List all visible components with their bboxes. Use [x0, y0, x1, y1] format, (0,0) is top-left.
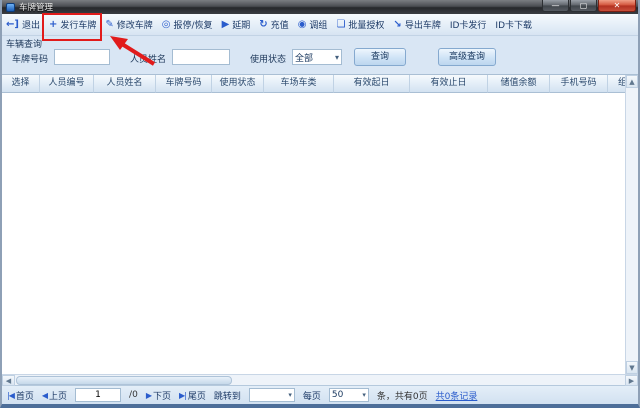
toolbar-modify-plate[interactable]: ✎ 修改车牌	[105, 18, 152, 31]
query-button[interactable]: 查询	[354, 48, 406, 66]
chevron-down-icon: ▾	[288, 391, 292, 399]
last-page-button[interactable]: ▶| 尾页	[179, 389, 206, 402]
toolbar-id-card-issue[interactable]: ID卡发行	[450, 18, 487, 31]
plate-number-input[interactable]	[54, 49, 110, 65]
toolbar-issue-plate[interactable]: + 发行车牌	[49, 18, 96, 31]
column-header-lot-vehicle-class[interactable]: 车场车类	[264, 75, 334, 93]
person-name-input[interactable]	[172, 49, 230, 65]
usage-status-value: 全部	[295, 51, 313, 64]
horizontal-scrollbar[interactable]: ◀ ▶	[2, 374, 638, 385]
advanced-query-button[interactable]: 高级查询	[438, 48, 496, 66]
edit-icon: ✎	[105, 20, 113, 30]
toolbar-adjust-group[interactable]: ◉ 调组	[298, 18, 328, 31]
next-page-icon: ▶	[146, 391, 151, 400]
plus-icon: +	[49, 20, 57, 30]
prev-page-button[interactable]: ◀ 上页	[42, 389, 67, 402]
vertical-scrollbar[interactable]: ▲ ▼	[625, 75, 638, 374]
pagination-bar: |◀ 首页 ◀ 上页 /0 ▶ 下页 ▶| 尾页 跳转到 ▾ 每页 50 ▾ 条…	[2, 385, 638, 404]
query-group-label: 车辆查询	[6, 37, 42, 50]
total-records-link[interactable]: 共0条记录	[436, 389, 478, 402]
table-header-row: 选择 人员编号 人员姓名 车牌号码 使用状态 车场车类 有效起日 有效止日 储值…	[2, 75, 638, 93]
column-header-mobile-number[interactable]: 手机号码	[550, 75, 608, 93]
first-page-icon: |◀	[7, 391, 14, 400]
table-body	[2, 93, 625, 374]
toolbar-extend[interactable]: ▶ 延期	[222, 18, 251, 31]
column-header-usage-status[interactable]: 使用状态	[212, 75, 264, 93]
suspend-icon: ◎	[162, 20, 171, 30]
recharge-icon: ↻	[259, 20, 267, 30]
page-total-label: /0	[129, 390, 138, 400]
scroll-right-icon[interactable]: ▶	[625, 375, 638, 386]
toolbar-suspend-restore[interactable]: ◎ 报停/恢复	[162, 18, 213, 31]
scroll-left-icon[interactable]: ◀	[2, 375, 15, 386]
exit-icon: ←]	[6, 20, 19, 30]
toolbar-recharge[interactable]: ↻ 充值	[259, 18, 288, 31]
window-controls: — ▢ ✕	[541, 0, 636, 12]
page-number-input[interactable]	[75, 388, 121, 402]
per-page-label: 每页	[303, 389, 321, 402]
extend-icon: ▶	[222, 20, 230, 30]
chevron-down-icon: ▾	[362, 391, 366, 399]
column-header-stored-balance[interactable]: 储值余额	[488, 75, 550, 93]
per-page-dropdown[interactable]: 50 ▾	[329, 388, 369, 402]
export-icon: ↘	[393, 20, 401, 30]
scroll-up-icon[interactable]: ▲	[626, 75, 638, 88]
per-page-value: 50	[332, 390, 343, 400]
next-page-button[interactable]: ▶ 下页	[146, 389, 171, 402]
toolbar-export-plates[interactable]: ↘ 导出车牌	[393, 18, 440, 31]
column-header-valid-from[interactable]: 有效起日	[334, 75, 410, 93]
window-title: 车牌管理	[19, 1, 53, 13]
toolbar-batch-authorize[interactable]: ❏ 批量授权	[336, 18, 384, 31]
toolbar-exit[interactable]: ←] 退出	[6, 18, 40, 31]
scroll-down-icon[interactable]: ▼	[626, 361, 638, 374]
prev-page-icon: ◀	[42, 391, 47, 400]
person-name-label: 人员姓名	[130, 52, 166, 65]
plate-management-window: 车牌管理 — ▢ ✕ ←] 退出 + 发行车牌 ✎ 修改车牌 ◎ 报停/恢复 ▶…	[0, 0, 640, 408]
results-table: 选择 人员编号 人员姓名 车牌号码 使用状态 车场车类 有效起日 有效止日 储值…	[2, 74, 638, 374]
total-pages-label: 条，共有0页	[377, 389, 428, 402]
usage-status-dropdown[interactable]: 全部 ▾	[292, 49, 342, 65]
column-header-person-id[interactable]: 人员编号	[40, 75, 94, 93]
toolbar-id-card-download[interactable]: ID卡下载	[495, 18, 532, 31]
column-header-person-name[interactable]: 人员姓名	[94, 75, 156, 93]
app-icon	[6, 3, 15, 12]
minimize-button[interactable]: —	[542, 0, 569, 12]
column-header-valid-to[interactable]: 有效止日	[410, 75, 488, 93]
horizontal-scrollbar-thumb[interactable]	[16, 376, 232, 385]
jump-to-dropdown[interactable]: ▾	[249, 388, 295, 402]
usage-status-label: 使用状态	[250, 52, 286, 65]
first-page-button[interactable]: |◀ 首页	[7, 389, 34, 402]
maximize-button[interactable]: ▢	[570, 0, 597, 12]
vehicle-query-section: 车辆查询 车牌号码 人员姓名 使用状态 全部 ▾ 查询 高级查询	[2, 36, 638, 74]
group-icon: ◉	[298, 20, 307, 30]
plate-number-label: 车牌号码	[12, 52, 48, 65]
toolbar: ←] 退出 + 发行车牌 ✎ 修改车牌 ◎ 报停/恢复 ▶ 延期 ↻ 充值 ◉ …	[2, 14, 638, 36]
document-icon: ❏	[336, 20, 345, 30]
close-button[interactable]: ✕	[598, 0, 636, 12]
jump-to-label: 跳转到	[214, 389, 241, 402]
column-header-select[interactable]: 选择	[2, 75, 40, 93]
column-header-plate-number[interactable]: 车牌号码	[156, 75, 212, 93]
title-bar: 车牌管理 — ▢ ✕	[2, 0, 638, 14]
last-page-icon: ▶|	[179, 391, 186, 400]
chevron-down-icon: ▾	[335, 53, 339, 62]
